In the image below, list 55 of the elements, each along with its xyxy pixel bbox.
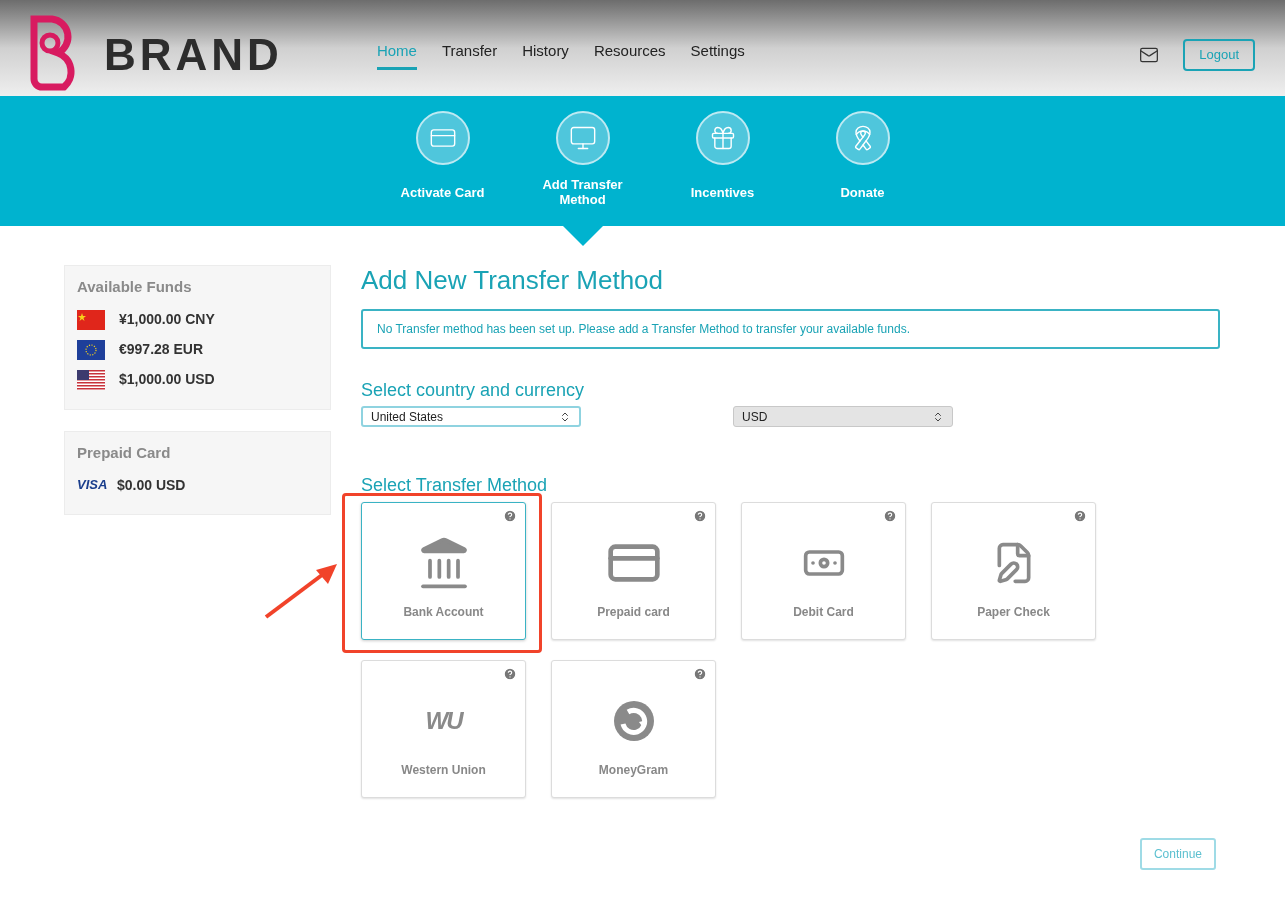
help-icon[interactable] (693, 667, 707, 681)
nav-link[interactable]: Home (376, 40, 417, 70)
select-field[interactable]: United States (361, 406, 581, 427)
card-brand: VISA (77, 476, 105, 495)
help-icon[interactable] (1073, 509, 1087, 523)
nav-link[interactable]: History (522, 40, 569, 70)
panel-title: Prepaid Card (77, 442, 172, 463)
logo-text: BRAND (104, 29, 283, 81)
section-heading: Select country and currency (361, 379, 586, 402)
help-icon[interactable] (503, 509, 517, 523)
method-label: Debit Card (793, 604, 854, 621)
fund-amount: ¥1,000.00 CNY (119, 310, 215, 329)
action-item[interactable]: Donate (812, 96, 913, 226)
action-label: Activate Card (400, 183, 485, 202)
nav-link[interactable]: Transfer (441, 40, 498, 70)
caret-icon (559, 410, 571, 423)
method-label: Prepaid card (597, 604, 670, 621)
us-flag-icon (77, 369, 105, 390)
method-label: Western Union (401, 762, 486, 779)
action-item[interactable]: Incentives (672, 96, 773, 226)
select-field[interactable]: USD (733, 406, 953, 427)
help-icon[interactable] (503, 667, 517, 681)
action-label: Add Transfer Method (541, 177, 624, 207)
mail-icon[interactable] (1139, 45, 1160, 65)
method-card[interactable]: Bank Account (361, 502, 526, 640)
fund-amount: €997.28 EUR (119, 340, 204, 359)
monitor-icon (568, 124, 597, 152)
action-item[interactable]: Activate Card (392, 96, 493, 226)
help-icon[interactable] (693, 509, 707, 523)
page-title: Add New Transfer Method (361, 265, 665, 295)
fund-amount: $1,000.00 USD (119, 370, 215, 389)
action-item[interactable]: Add Transfer Method (532, 96, 633, 226)
help-icon[interactable] (883, 509, 897, 523)
action-label: Incentives (690, 183, 755, 202)
method-label: MoneyGram (598, 762, 669, 779)
notice-box: No Transfer method has been set up. Please add a Transfer Method to transfer your available funds. (361, 309, 1220, 349)
logout-button[interactable]: Logout (1183, 39, 1255, 71)
nav-link[interactable]: Settings (690, 40, 745, 70)
method-card[interactable]: Debit Card (741, 502, 906, 640)
logo: WU (425, 706, 462, 736)
caret-icon (932, 410, 944, 423)
method-label: Paper Check (977, 604, 1050, 621)
card-amount: $0.00 USD (117, 475, 186, 495)
action-label: Donate (840, 183, 885, 202)
china-flag-icon (77, 309, 105, 330)
method-card[interactable]: MoneyGram (551, 660, 716, 798)
method-card[interactable]: Prepaid card (551, 502, 716, 640)
nav-link[interactable]: Resources (593, 40, 666, 70)
eu-flag-icon (77, 339, 105, 360)
panel-title: Available Funds (77, 277, 193, 297)
continue-button[interactable]: Continue (1139, 838, 1216, 870)
method-card[interactable]: Paper Check (931, 502, 1096, 640)
section-heading: Select Transfer Method (361, 474, 549, 497)
method-label: Bank Account (403, 604, 484, 621)
method-card[interactable]: WU Western Union (361, 660, 526, 798)
